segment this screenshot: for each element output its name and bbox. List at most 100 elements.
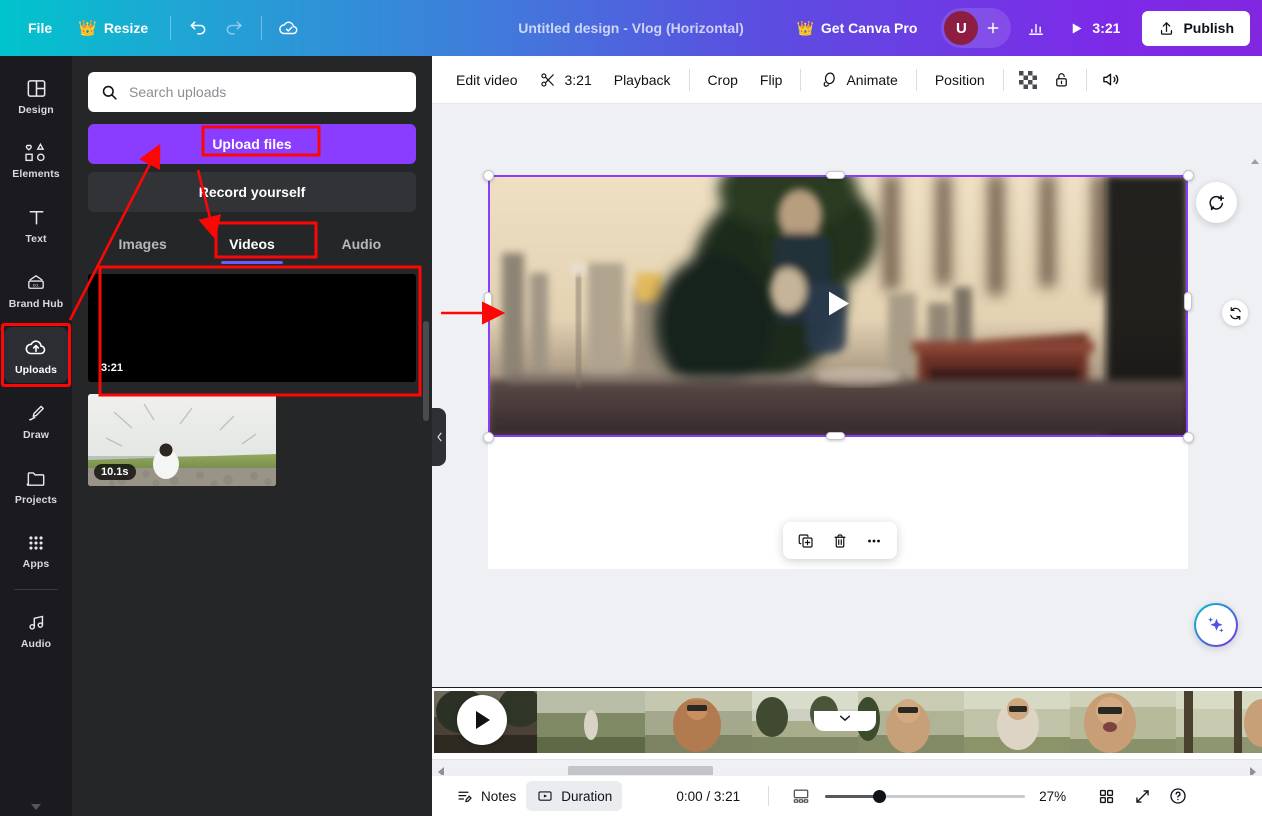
grid-view-button[interactable] [1090, 780, 1122, 812]
resize-handle-left[interactable] [484, 292, 492, 311]
crop-button[interactable]: Crop [698, 65, 748, 95]
tab-videos[interactable]: Videos [197, 226, 306, 264]
duplicate-icon [798, 533, 813, 548]
get-canva-pro-label: Get Canva Pro [820, 20, 918, 36]
sidebar-item-uploads[interactable]: Uploads [1, 323, 71, 387]
timeline-frame-graphic [645, 691, 752, 753]
redo-button[interactable] [217, 11, 251, 45]
flip-button[interactable]: Flip [750, 65, 793, 95]
resize-button[interactable]: 👑 Resize [66, 12, 160, 44]
delete-button[interactable] [825, 526, 855, 555]
rotate-handle[interactable] [1222, 300, 1248, 326]
timeline-clip[interactable] [964, 691, 1070, 753]
sidebar-item-apps[interactable]: Apps [4, 523, 68, 577]
collapse-panel-button[interactable] [432, 408, 446, 466]
duration-button[interactable]: Duration [526, 781, 623, 811]
transparency-button[interactable] [1012, 64, 1044, 96]
expand-icon [1135, 789, 1149, 803]
sidebar-item-label: Uploads [14, 364, 58, 376]
design-title[interactable]: Untitled design - Vlog (Horizontal) [508, 14, 754, 42]
edit-video-label: Edit video [456, 71, 518, 88]
panel-scrollbar[interactable] [423, 321, 429, 421]
edit-video-button[interactable]: Edit video [446, 65, 527, 95]
publish-button[interactable]: Publish [1142, 10, 1250, 46]
sidebar-item-projects[interactable]: Projects [4, 458, 68, 513]
volume-button[interactable] [1095, 64, 1127, 96]
canvas-play-button[interactable] [824, 289, 852, 324]
sidebar-item-label: Apps [22, 558, 50, 570]
zoom-slider-knob[interactable] [873, 790, 887, 803]
upload-files-button[interactable]: Upload files [88, 124, 416, 164]
play-icon [1073, 23, 1082, 33]
crown-icon: 👑 [78, 20, 97, 37]
position-button[interactable]: Position [925, 65, 995, 95]
preview-duration-button[interactable]: 3:21 [1057, 13, 1132, 43]
notes-icon [458, 791, 472, 803]
chevron-left-icon [436, 432, 442, 442]
record-yourself-button[interactable]: Record yourself [88, 172, 416, 212]
playback-button[interactable]: Playback [604, 65, 681, 95]
file-menu-label: File [28, 20, 53, 36]
undo-button[interactable] [181, 11, 215, 45]
notes-button[interactable]: Notes [446, 781, 526, 811]
canvas-viewport[interactable] [432, 104, 1262, 694]
resize-handle-top[interactable] [826, 171, 845, 179]
canvas-vertical-scrollbar[interactable] [1251, 159, 1260, 694]
resize-handle-top-right[interactable] [1183, 170, 1194, 181]
fullscreen-button[interactable] [1126, 780, 1158, 812]
get-canva-pro-button[interactable]: 👑 Get Canva Pro [782, 12, 931, 45]
cloud-saved-button[interactable] [272, 11, 306, 45]
resize-handle-bottom-right[interactable] [1183, 432, 1194, 443]
search-uploads-container[interactable] [88, 72, 416, 112]
plus-icon [988, 22, 999, 34]
sidebar-item-audio[interactable]: Audio [4, 602, 68, 657]
insights-button[interactable] [1019, 11, 1053, 45]
trim-video-button[interactable]: 3:21 [529, 64, 601, 96]
sidebar-item-draw[interactable]: Draw [4, 393, 68, 448]
timeline-clip[interactable] [645, 691, 752, 753]
more-options-button[interactable] [859, 526, 889, 555]
timeline-clip[interactable] [537, 691, 645, 753]
timeline-playhead[interactable] [432, 691, 434, 753]
timeline-play-button[interactable] [457, 695, 507, 745]
resize-handle-bottom-left[interactable] [483, 432, 494, 443]
avatar[interactable]: U [944, 11, 979, 45]
beach-video-thumbnail[interactable]: 10.1s [88, 394, 276, 486]
scroll-up-arrow[interactable] [1251, 159, 1259, 164]
sidebar-item-label: Elements [12, 168, 60, 180]
timeline-clip[interactable] [1070, 691, 1176, 753]
add-comment-icon [1209, 195, 1225, 211]
collaborators-group[interactable]: U [941, 8, 1012, 48]
collapse-page-button[interactable] [814, 711, 876, 731]
music-note-icon [28, 615, 43, 630]
timeline-clip[interactable] [1176, 691, 1262, 753]
zoom-slider[interactable] [825, 789, 1026, 803]
timeline-frame-graphic [537, 691, 645, 753]
search-input[interactable] [129, 84, 404, 100]
sidebar-item-brand-hub[interactable]: co. Brand Hub [4, 262, 68, 317]
undo-icon [190, 21, 206, 35]
help-button[interactable] [1162, 780, 1194, 812]
resize-handle-right[interactable] [1184, 292, 1192, 311]
file-menu-button[interactable]: File [16, 13, 64, 43]
magic-studio-button[interactable] [1194, 603, 1238, 647]
lock-button[interactable] [1046, 64, 1078, 96]
black-video-thumbnail[interactable]: 3:21 [88, 274, 416, 382]
duration-badge: 3:21 [94, 360, 131, 376]
tab-images[interactable]: Images [88, 226, 197, 264]
timeline-view-toggle[interactable] [785, 780, 817, 812]
header-divider-2 [261, 16, 263, 40]
duplicate-button[interactable] [791, 526, 821, 555]
sidebar-item-design[interactable]: Design [4, 68, 68, 123]
add-collaborator-button[interactable] [978, 13, 1008, 43]
resize-handle-bottom[interactable] [826, 432, 845, 440]
video-element[interactable] [488, 175, 1188, 437]
duration-icon [538, 791, 552, 801]
tab-audio[interactable]: Audio [307, 226, 416, 264]
sidebar-item-text[interactable]: Text [4, 197, 68, 252]
rail-scroll-down-arrow[interactable] [31, 804, 41, 810]
add-comment-button[interactable] [1196, 182, 1237, 223]
sidebar-item-elements[interactable]: Elements [4, 133, 68, 187]
resize-handle-top-left[interactable] [483, 170, 494, 181]
animate-button[interactable]: Animate [809, 63, 907, 97]
